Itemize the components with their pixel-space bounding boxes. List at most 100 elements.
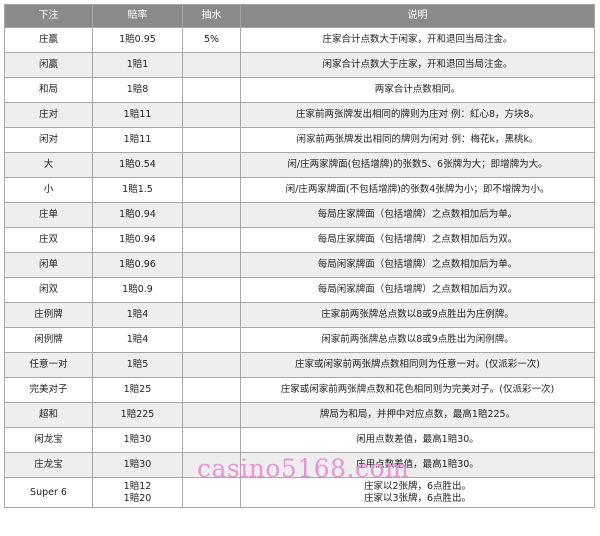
cell-description: 每局庄家牌面（包括增牌）之点数相加后为双。: [240, 227, 595, 253]
table-row: 庄对 1賠11 庄家前两张牌发出相同的牌则为庄对 例：紅心8，方块8。: [4, 102, 595, 128]
cell-commission: [182, 277, 241, 303]
cell-commission: [182, 452, 241, 478]
cell-commission: [182, 227, 241, 253]
cell-commission: [182, 327, 241, 353]
cell-odds: 1賠0.54: [92, 152, 183, 178]
cell-commission: [182, 377, 241, 403]
cell-bet: 大: [4, 152, 93, 178]
cell-bet: 闲龙宝: [4, 427, 93, 453]
table-row: 闲单 1賠0.96 每局闲家牌面（包括增牌）之点数相加后为单。: [4, 252, 595, 278]
cell-commission: [182, 77, 241, 103]
cell-description: 庄家以2张牌，6点胜出。 庄家以3张牌，6点胜出。: [240, 477, 595, 508]
cell-odds: 1賠4: [92, 327, 183, 353]
table-row: 超和 1賠225 牌局为和局，并押中对应点数，最高1賠225。: [4, 402, 595, 428]
header-bet: 下注: [4, 4, 93, 28]
odds-line-2: 1賠20: [123, 492, 152, 504]
cell-bet: 小: [4, 177, 93, 203]
cell-description: 牌局为和局，并押中对应点数，最高1賠225。: [240, 402, 595, 428]
table-row: 闲双 1賠0.9 每局闲家牌面（包括增牌）之点数相加后为双。: [4, 277, 595, 303]
cell-description: 闲家前两张牌总点数以8或9点胜出为闲例牌。: [240, 327, 595, 353]
cell-bet: 庄例牌: [4, 302, 93, 328]
cell-description: 庄家合计点数大于闲家，开和退回当局注金。: [240, 27, 595, 53]
cell-odds: 1賠5: [92, 352, 183, 378]
table-body: 庄赢 1賠0.95 5% 庄家合计点数大于闲家，开和退回当局注金。 闲赢 1賠1…: [4, 27, 595, 508]
cell-commission: [182, 302, 241, 328]
cell-odds: 1賠4: [92, 302, 183, 328]
cell-description: 闲/庄两家牌面(包括增牌)的张数5、6张牌为大；即增牌为大。: [240, 152, 595, 178]
table-row: 完美对子 1賠25 庄家或闲家前两张牌点数和花色相同则为完美对子。(仅派彩一次): [4, 377, 595, 403]
cell-bet: 庄赢: [4, 27, 93, 53]
cell-commission: [182, 177, 241, 203]
table-row: 庄双 1賠0.94 每局庄家牌面（包括增牌）之点数相加后为双。: [4, 227, 595, 253]
cell-bet: 超和: [4, 402, 93, 428]
cell-odds: 1賠30: [92, 452, 183, 478]
cell-commission: [182, 427, 241, 453]
cell-odds: 1賠8: [92, 77, 183, 103]
cell-odds: 1賠12 1賠20: [92, 477, 183, 508]
header-commission: 抽水: [182, 4, 241, 28]
cell-odds: 1賠0.95: [92, 27, 183, 53]
cell-description: 闲家合计点数大于庄家，开和退回当局注金。: [240, 52, 595, 78]
table-row: 闲对 1賠11 闲家前两张牌发出相同的牌则为闲对 例：梅花k，黑桃k。: [4, 127, 595, 153]
cell-odds: 1賠11: [92, 102, 183, 128]
cell-bet: 任意一对: [4, 352, 93, 378]
cell-odds: 1賠0.94: [92, 227, 183, 253]
cell-description: 庄用点数差值，最高1賠30。: [240, 452, 595, 478]
header-odds: 賠率: [92, 4, 183, 28]
table-row: 闲龙宝 1賠30 闲用点数差值，最高1賠30。: [4, 427, 595, 453]
table-row: 任意一对 1賠5 庄家或闲家前两张牌点数相同则为任意一对。(仅派彩一次): [4, 352, 595, 378]
cell-odds: 1賠225: [92, 402, 183, 428]
table-row: 和局 1賠8 两家合计点数相同。: [4, 77, 595, 103]
cell-description: 闲家前两张牌发出相同的牌则为闲对 例：梅花k，黑桃k。: [240, 127, 595, 153]
cell-odds: 1賠30: [92, 427, 183, 453]
cell-bet: 闲单: [4, 252, 93, 278]
table-row: 庄龙宝 1賠30 庄用点数差值，最高1賠30。: [4, 452, 595, 478]
cell-bet: 庄双: [4, 227, 93, 253]
cell-bet: 庄对: [4, 102, 93, 128]
cell-bet: 闲赢: [4, 52, 93, 78]
cell-description: 每局闲家牌面（包括增牌）之点数相加后为单。: [240, 252, 595, 278]
cell-bet: Super 6: [4, 477, 93, 508]
cell-bet: 闲对: [4, 127, 93, 153]
odds-line-1: 1賠12: [123, 480, 152, 492]
cell-description: 庄家或闲家前两张牌点数相同则为任意一对。(仅派彩一次): [240, 352, 595, 378]
cell-commission: [182, 252, 241, 278]
table-row-super6: Super 6 1賠12 1賠20 庄家以2张牌，6点胜出。 庄家以3张牌，6点…: [4, 477, 595, 508]
cell-commission: [182, 152, 241, 178]
odds-table-container: 下注 賠率 抽水 说明 庄赢 1賠0.95 5% 庄家合计点数大于闲家，开和退回…: [4, 4, 595, 533]
cell-bet: 庄单: [4, 202, 93, 228]
table-row: 闲赢 1賠1 闲家合计点数大于庄家，开和退回当局注金。: [4, 52, 595, 78]
cell-description: 两家合计点数相同。: [240, 77, 595, 103]
description-line-2: 庄家以3张牌，6点胜出。: [363, 492, 472, 504]
cell-description: 每局庄家牌面（包括增牌）之点数相加后为单。: [240, 202, 595, 228]
cell-bet: 和局: [4, 77, 93, 103]
table-row: 庄例牌 1賠4 庄家前两张牌总点数以8或9点胜出为庄例牌。: [4, 302, 595, 328]
description-line-1: 庄家以2张牌，6点胜出。: [363, 480, 472, 492]
table-header-row: 下注 賠率 抽水 说明: [4, 4, 595, 28]
table-row: 闲例牌 1賠4 闲家前两张牌总点数以8或9点胜出为闲例牌。: [4, 327, 595, 353]
cell-odds: 1賠1: [92, 52, 183, 78]
cell-commission: [182, 352, 241, 378]
cell-description: 闲/庄两家牌面(不包括增牌)的张数4张牌为小；即不增牌为小。: [240, 177, 595, 203]
cell-odds: 1賠0.96: [92, 252, 183, 278]
cell-commission: 5%: [182, 27, 241, 53]
cell-description: 每局闲家牌面（包括增牌）之点数相加后为双。: [240, 277, 595, 303]
cell-bet: 完美对子: [4, 377, 93, 403]
cell-bet: 闲例牌: [4, 327, 93, 353]
odds-table: 下注 賠率 抽水 说明 庄赢 1賠0.95 5% 庄家合计点数大于闲家，开和退回…: [4, 4, 595, 508]
cell-description: 闲用点数差值，最高1賠30。: [240, 427, 595, 453]
cell-commission: [182, 127, 241, 153]
table-row: 庄单 1賠0.94 每局庄家牌面（包括增牌）之点数相加后为单。: [4, 202, 595, 228]
cell-odds: 1賠1.5: [92, 177, 183, 203]
cell-commission: [182, 477, 241, 508]
cell-odds: 1賠0.94: [92, 202, 183, 228]
table-row: 庄赢 1賠0.95 5% 庄家合计点数大于闲家，开和退回当局注金。: [4, 27, 595, 53]
table-row: 大 1賠0.54 闲/庄两家牌面(包括增牌)的张数5、6张牌为大；即增牌为大。: [4, 152, 595, 178]
cell-odds: 1賠0.9: [92, 277, 183, 303]
cell-odds: 1賠11: [92, 127, 183, 153]
cell-commission: [182, 402, 241, 428]
cell-bet: 闲双: [4, 277, 93, 303]
cell-odds: 1賠25: [92, 377, 183, 403]
cell-description: 庄家或闲家前两张牌点数和花色相同则为完美对子。(仅派彩一次): [240, 377, 595, 403]
cell-commission: [182, 202, 241, 228]
